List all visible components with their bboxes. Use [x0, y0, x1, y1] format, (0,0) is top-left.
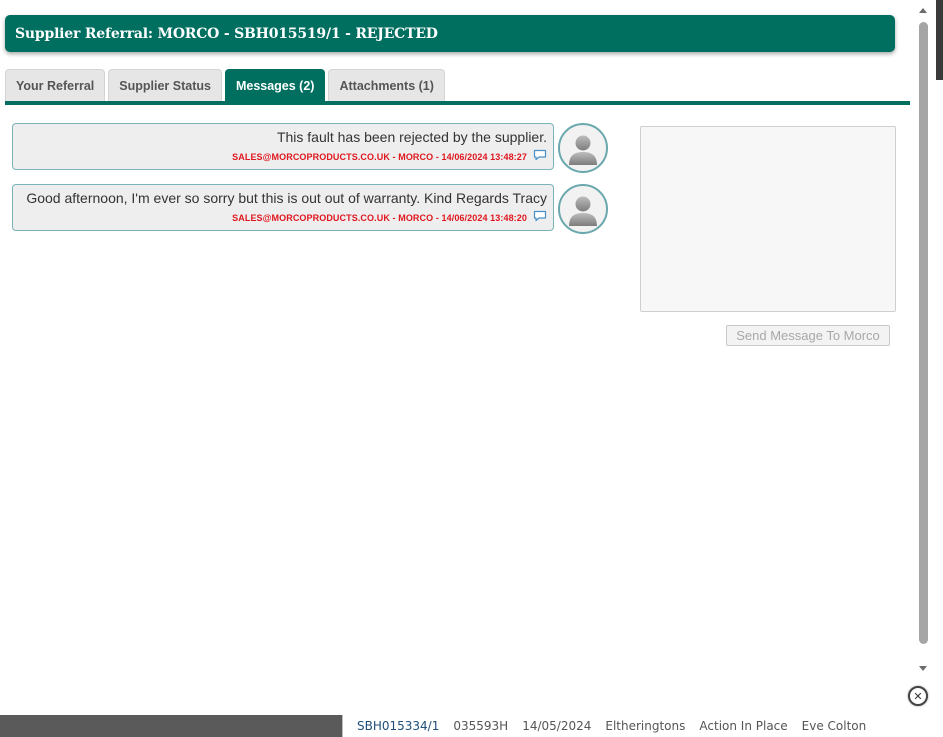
background-row-ref: SBH015334/1: [357, 719, 440, 733]
tab-messages[interactable]: Messages (2): [224, 69, 326, 101]
tab-underline: [5, 101, 910, 105]
user-avatar-icon: [558, 184, 608, 234]
scroll-up-arrow-icon[interactable]: [918, 6, 928, 16]
background-table-row: SBH015334/1 035593H 14/05/2024 Elthering…: [342, 715, 943, 737]
reply-speech-bubble-icon[interactable]: [533, 149, 547, 161]
tab-supplier-status[interactable]: Supplier Status: [108, 69, 222, 101]
close-icon[interactable]: ✕: [908, 686, 928, 706]
reply-speech-bubble-icon[interactable]: [533, 210, 547, 222]
send-message-button[interactable]: Send Message To Morco: [726, 325, 890, 346]
message-item: This fault has been rejected by the supp…: [12, 123, 612, 173]
scrollbar-thumb[interactable]: [919, 22, 928, 644]
background-row-status: Action In Place: [699, 719, 788, 733]
background-row-date: 14/05/2024: [522, 719, 592, 733]
dialog-title: Supplier Referral: MORCO - SBH015519/1 -…: [15, 25, 438, 42]
background-page-edge: [936, 0, 943, 80]
message-item: Good afternoon, I'm ever so sorry but th…: [12, 184, 612, 234]
tab-your-referral[interactable]: Your Referral: [5, 69, 106, 101]
message-list: This fault has been rejected by the supp…: [12, 123, 612, 245]
message-meta: SALES@MORCOPRODUCTS.CO.UK - MORCO - 14/0…: [232, 152, 527, 162]
supplier-referral-dialog: Supplier Referral: MORCO - SBH015519/1 -…: [0, 0, 936, 715]
tab-bar: Your Referral Supplier Status Messages (…: [5, 69, 448, 101]
background-row-code: 035593H: [453, 719, 509, 733]
dialog-title-bar: Supplier Referral: MORCO - SBH015519/1 -…: [5, 15, 895, 52]
tab-attachments[interactable]: Attachments (1): [328, 69, 445, 101]
scroll-down-arrow-icon[interactable]: [918, 663, 928, 673]
background-row-person: Eve Colton: [801, 719, 867, 733]
message-meta: SALES@MORCOPRODUCTS.CO.UK - MORCO - 14/0…: [232, 213, 527, 223]
message-bubble: Good afternoon, I'm ever so sorry but th…: [12, 184, 554, 231]
message-compose-input[interactable]: [640, 126, 896, 312]
message-text: Good afternoon, I'm ever so sorry but th…: [26, 190, 547, 206]
user-avatar-icon: [558, 123, 608, 173]
background-row-site: Eltheringtons: [605, 719, 686, 733]
message-text: This fault has been rejected by the supp…: [276, 129, 547, 145]
message-bubble: This fault has been rejected by the supp…: [12, 123, 554, 170]
